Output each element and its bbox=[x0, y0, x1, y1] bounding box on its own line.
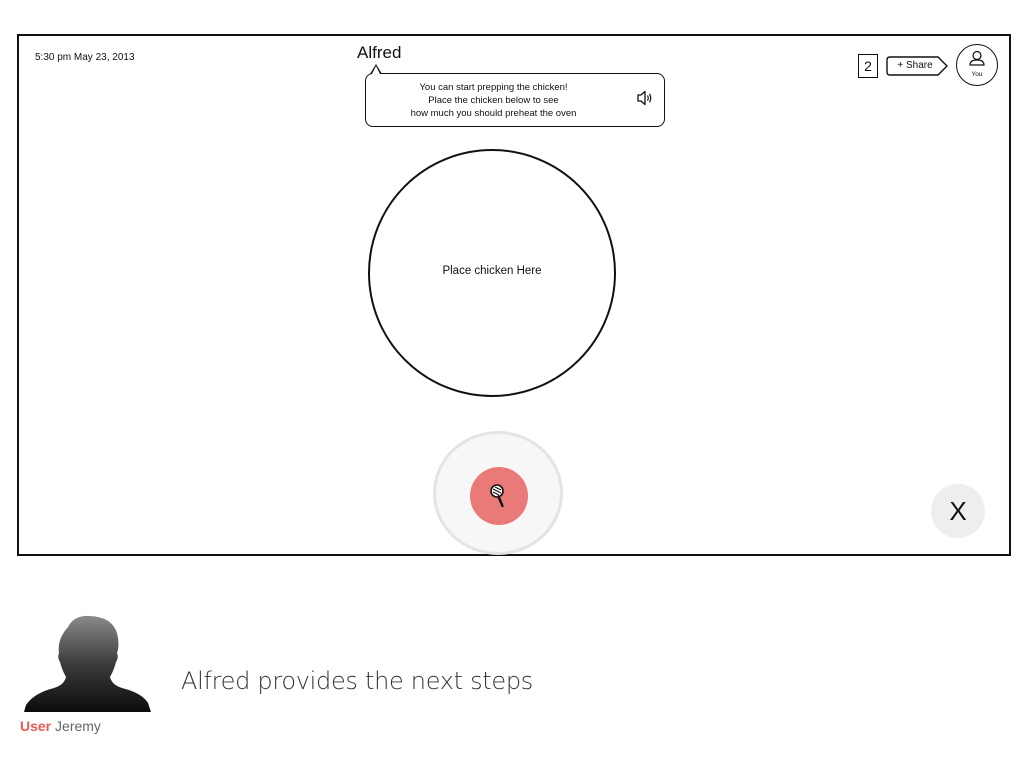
datetime: 5:30 pm May 23, 2013 bbox=[35, 52, 135, 63]
share-button[interactable]: + Share bbox=[886, 56, 948, 76]
close-button[interactable]: X bbox=[931, 484, 985, 538]
user-icon bbox=[969, 50, 985, 66]
count-badge[interactable]: 2 bbox=[858, 54, 878, 78]
bubble-line: how much you should preheat the oven bbox=[410, 108, 577, 119]
share-label: + Share bbox=[897, 60, 933, 71]
close-icon: X bbox=[949, 496, 967, 526]
microphone-button[interactable] bbox=[470, 467, 528, 525]
bubble-line: You can start prepping the chicken! bbox=[419, 82, 568, 93]
profile-button[interactable]: You bbox=[956, 44, 998, 86]
chicken-drop-zone[interactable]: Place chicken Here bbox=[368, 149, 616, 397]
bubble-tail bbox=[370, 64, 382, 74]
app-screen: 5:30 pm May 23, 2013 Alfred You can star… bbox=[17, 34, 1011, 556]
bubble-message: You can start prepping the chicken! Plac… bbox=[366, 81, 621, 120]
microphone-icon bbox=[490, 484, 504, 508]
persona-name: Jeremy bbox=[55, 718, 101, 734]
persona-role: User bbox=[20, 718, 52, 734]
speech-bubble: You can start prepping the chicken! Plac… bbox=[365, 64, 665, 127]
profile-label: You bbox=[971, 71, 983, 78]
persona-caption: User Jeremy bbox=[20, 718, 101, 734]
drop-zone-label: Place chicken Here bbox=[442, 265, 542, 277]
bubble-line: Place the chicken below to see bbox=[428, 95, 559, 106]
scenario-description: Alfred provides the next steps bbox=[181, 667, 533, 695]
user-silhouette-icon bbox=[24, 615, 151, 712]
speaker-icon[interactable] bbox=[636, 89, 654, 107]
assistant-name: Alfred bbox=[357, 43, 402, 62]
